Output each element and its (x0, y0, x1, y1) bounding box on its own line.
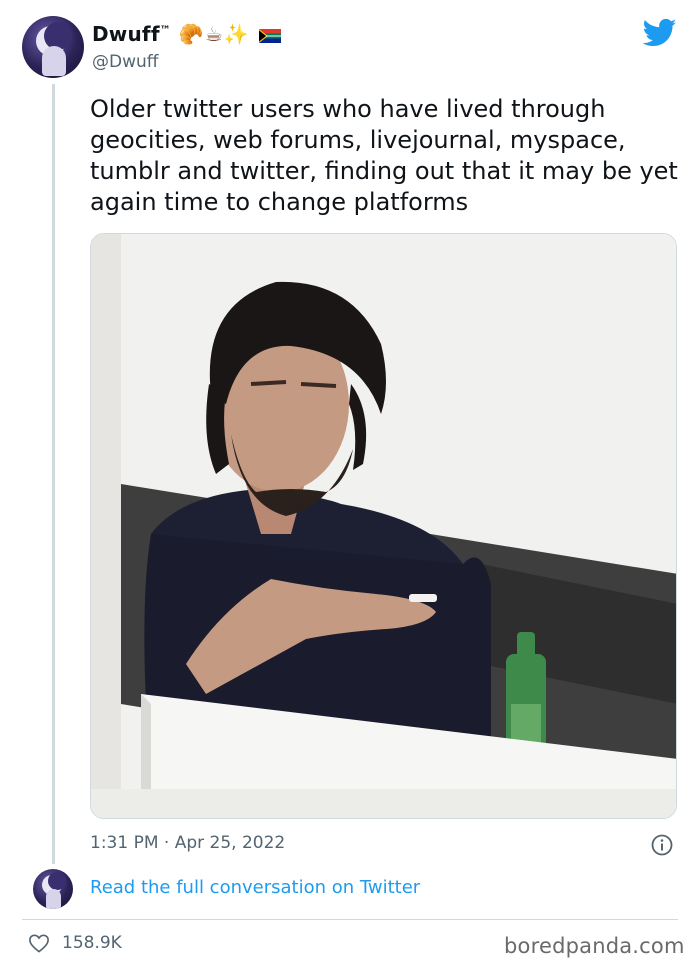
like-row[interactable]: 158.9K (28, 933, 122, 953)
tweet-text: Older twitter users who have lived throu… (90, 95, 678, 216)
photo-illustration (91, 234, 676, 818)
display-name[interactable]: Dwuff™ (92, 22, 171, 46)
croissant-emoji: 🥐 (178, 22, 205, 46)
coffee-emoji: ☕ (204, 22, 224, 46)
tweet-timestamp[interactable]: 1:31 PM · Apr 25, 2022 (90, 833, 285, 853)
read-full-conversation-link[interactable]: Read the full conversation on Twitter (90, 877, 420, 898)
twitter-bird-icon[interactable] (643, 18, 677, 48)
reply-avatar[interactable] (33, 869, 73, 909)
thread-line (52, 84, 55, 864)
tweet-card: Dwuff™ 🥐☕✨ @Dwuff Older twitter users wh… (0, 0, 700, 973)
heart-icon[interactable] (28, 933, 50, 953)
sparkles-emoji: ✨ (223, 22, 250, 46)
name-emojis: 🥐☕✨ (178, 22, 282, 46)
watermark: boredpanda.com (504, 934, 685, 958)
trademark-symbol: ™ (159, 23, 171, 37)
name-row: Dwuff™ 🥐☕✨ (92, 22, 282, 46)
south-africa-flag-icon (259, 28, 282, 43)
tweet-photo[interactable] (90, 233, 677, 819)
divider (22, 919, 678, 920)
user-avatar[interactable] (22, 16, 84, 78)
user-handle[interactable]: @Dwuff (92, 52, 158, 72)
info-icon[interactable] (651, 834, 673, 856)
like-count: 158.9K (62, 933, 122, 953)
